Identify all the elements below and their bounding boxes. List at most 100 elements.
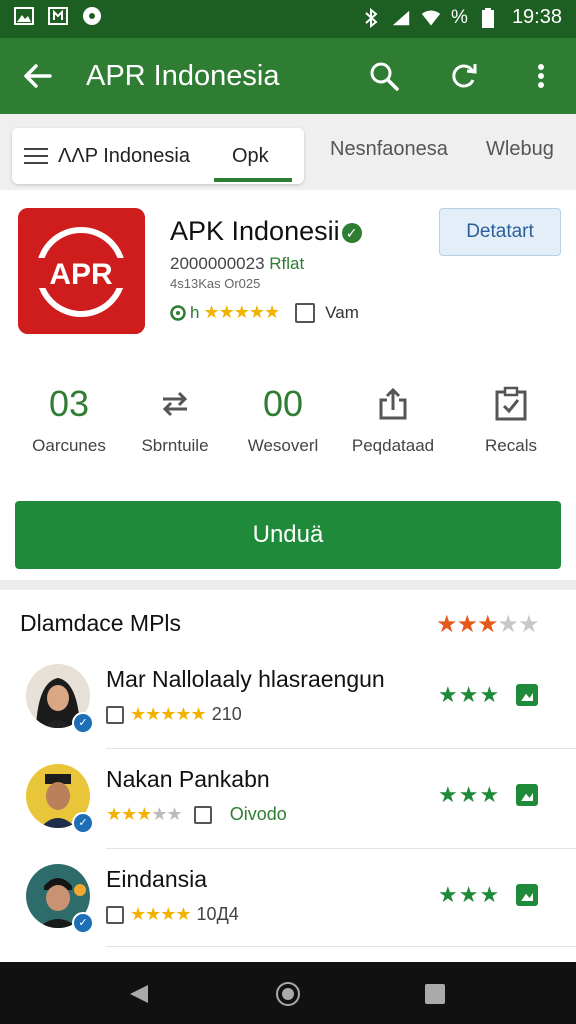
app-name: APK Indonesii ✓ <box>170 216 362 247</box>
tab-label: ΛΛP Indonesia <box>58 144 190 167</box>
verified-icon: ✓ <box>341 222 362 243</box>
tab-nesnfaonesa[interactable]: Nesnfaonesa <box>330 138 448 161</box>
review-meta: ★★★★★ Oivodo <box>106 804 287 825</box>
stat-label: Oarcunes <box>32 436 106 455</box>
bluetooth-icon <box>361 7 381 28</box>
stat-label: Sbrntuile <box>141 436 209 455</box>
stat-value: 03 <box>48 383 90 424</box>
review-actions: ★★★ <box>438 682 539 708</box>
rating-prefix: h <box>190 302 200 322</box>
review-side-stars: ★★★ <box>438 882 501 907</box>
reviewer-name: Mar Nallolaaly hlasraengun <box>106 666 385 692</box>
reviews-title: Dlamdace MPls <box>20 610 182 636</box>
wifi-icon <box>421 8 441 28</box>
image-icon <box>106 905 124 924</box>
share-icon <box>379 387 407 420</box>
review-item[interactable]: ✓ Mar Nallolaaly hlasraengun ★★★★★ 210 ★… <box>0 664 576 764</box>
app-logo[interactable]: APR <box>18 208 145 334</box>
stat-label: Peqdataad <box>351 436 435 455</box>
image-icon <box>14 6 34 26</box>
review-stars: ★★★★ <box>130 904 192 924</box>
page-title: APR Indonesia <box>86 60 280 92</box>
version-text: 2000000023 <box>170 254 265 273</box>
tab-indonesia[interactable]: ΛΛP Indonesia <box>24 128 190 184</box>
divider <box>106 848 576 849</box>
svg-text:APR: APR <box>49 258 113 291</box>
image-badge-icon[interactable] <box>516 884 539 906</box>
avatar-badge-icon: ✓ <box>72 812 94 834</box>
nfc-icon <box>48 6 68 26</box>
refresh-icon[interactable] <box>446 58 482 94</box>
app-tag: Rflat <box>269 254 305 273</box>
review-meta-text: 210 <box>211 704 242 724</box>
status-time: 19:38 <box>511 6 562 28</box>
checkbox-icon[interactable] <box>295 302 316 323</box>
install-button[interactable]: Unduä <box>15 501 561 569</box>
stat-item[interactable]: Peqdataad <box>338 382 448 456</box>
image-badge-icon[interactable] <box>516 684 539 706</box>
review-meta-text: Oivodo <box>229 804 287 824</box>
nav-recents-icon[interactable] <box>425 984 445 1004</box>
tab-wlebug[interactable]: Wlebug <box>486 138 554 161</box>
menu-icon <box>24 148 48 164</box>
app-rating: h ★★★★★ Vam <box>170 302 359 323</box>
nav-back-icon[interactable] <box>128 983 150 1005</box>
search-icon[interactable] <box>366 58 402 94</box>
battery-text: % <box>451 6 468 28</box>
review-meta: ★★★★★ 210 <box>106 704 242 725</box>
signal-icon <box>391 8 411 28</box>
tab-indicator <box>214 178 292 182</box>
stat-item[interactable]: Sbrntuile <box>120 382 230 456</box>
battery-icon <box>478 7 498 28</box>
review-meta: ★★★★ 10Д4 <box>106 904 239 925</box>
stat-value: 00 <box>262 383 304 424</box>
reviewer-name: Eindansia <box>106 866 208 892</box>
circle-icon <box>82 6 102 26</box>
review-actions: ★★★ <box>438 782 539 808</box>
app-details-card: APR APK Indonesii ✓ 2000000023 Rflat 4s13… <box>0 190 576 580</box>
edit-icon <box>193 805 212 824</box>
avatar-badge-icon: ✓ <box>72 712 94 734</box>
review-actions: ★★★ <box>438 882 539 908</box>
divider <box>106 748 576 749</box>
detail-button[interactable]: Detatart <box>439 208 561 256</box>
app-version: 2000000023 Rflat <box>170 254 304 274</box>
image-icon <box>106 705 124 724</box>
nav-home-icon[interactable] <box>276 982 300 1006</box>
stats-row: 03 Oarcunes Sbrntuile 00 Wesoverl Peqdat… <box>0 382 576 462</box>
app-subinfo: 4s13Kas Or025 <box>170 276 261 291</box>
avatar-badge-icon: ✓ <box>72 912 94 934</box>
review-stars: ★★★★★ <box>130 704 207 724</box>
back-arrow-icon[interactable] <box>20 58 56 94</box>
stat-item[interactable]: 03 Oarcunes <box>14 382 124 456</box>
tab-label: Opk <box>232 144 269 167</box>
app-name-text: APK Indonesii <box>170 216 340 246</box>
review-stars: ★★★★★ <box>106 804 183 824</box>
app-rating-stars: ★★★★★ <box>203 302 280 322</box>
app-bar: APR Indonesia <box>0 38 576 114</box>
tab-card: ΛΛP Indonesia Opk <box>12 128 304 184</box>
status-bar: % 19:38 <box>0 0 576 38</box>
review-item[interactable]: ✓ Nakan Pankabn ★★★★★ Oivodo ★★★ <box>0 764 576 864</box>
rating-label: Vam <box>325 302 359 322</box>
swap-icon <box>162 391 188 417</box>
review-side-stars: ★★★ <box>438 682 501 707</box>
stat-item[interactable]: Recals <box>456 382 566 456</box>
reviewer-name: Nakan Pankabn <box>106 766 270 792</box>
clipboard-check-icon <box>495 386 527 421</box>
navigation-bar <box>0 962 576 1024</box>
stat-item[interactable]: 00 Wesoverl <box>228 382 338 456</box>
image-badge-icon[interactable] <box>516 784 539 806</box>
stat-label: Recals <box>485 436 537 455</box>
tab-bar: ΛΛP Indonesia Opk Nesnfaonesa Wlebug <box>0 114 576 190</box>
review-item[interactable]: ✓ Eindansia ★★★★ 10Д4 ★★★ <box>0 864 576 964</box>
review-side-stars: ★★★ <box>438 782 501 807</box>
reviews-section: Dlamdace MPls ★★★★★ ✓ Mar Nallolaaly hla… <box>0 590 576 962</box>
stat-label: Wesoverl <box>247 436 319 455</box>
divider <box>106 946 576 947</box>
review-meta-text: 10Д4 <box>196 904 239 924</box>
shield-check-icon <box>170 304 186 321</box>
tab-opk[interactable]: Opk <box>232 128 269 184</box>
more-vert-icon[interactable] <box>526 58 556 94</box>
reviews-rating-stars: ★★★★★ <box>436 611 540 638</box>
